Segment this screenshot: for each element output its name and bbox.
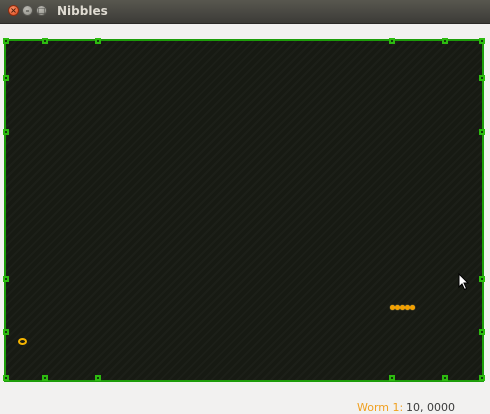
wall-post <box>42 375 48 381</box>
menu-area <box>0 24 490 37</box>
minimize-icon[interactable]: – <box>22 5 33 16</box>
worm-1-label: Worm 1: <box>357 401 404 414</box>
wall-post <box>3 75 9 81</box>
close-icon[interactable]: × <box>8 5 19 16</box>
wall-post <box>479 276 485 282</box>
game-board[interactable] <box>3 38 485 382</box>
title-bar: × – □ Nibbles <box>0 0 490 24</box>
wall-post <box>479 375 485 381</box>
wall-post <box>95 38 101 44</box>
wall-post <box>3 375 9 381</box>
wall-post <box>479 38 485 44</box>
ring-bonus-icon <box>18 338 27 345</box>
wall-post <box>479 75 485 81</box>
mouse-cursor-icon <box>458 273 470 291</box>
worm-head <box>410 305 415 310</box>
maximize-icon[interactable]: □ <box>36 5 47 16</box>
window-title: Nibbles <box>57 4 108 18</box>
worm-1-score: 10, 0000 <box>406 401 455 414</box>
wall-post <box>389 375 395 381</box>
wall-post <box>479 329 485 335</box>
wall-post <box>442 375 448 381</box>
wall-post <box>389 38 395 44</box>
wall-post <box>3 129 9 135</box>
wall-post <box>95 375 101 381</box>
wall-post <box>479 129 485 135</box>
wall-post <box>3 38 9 44</box>
wall-post <box>3 329 9 335</box>
wall-post <box>442 38 448 44</box>
wall-post <box>3 276 9 282</box>
wall-post <box>42 38 48 44</box>
